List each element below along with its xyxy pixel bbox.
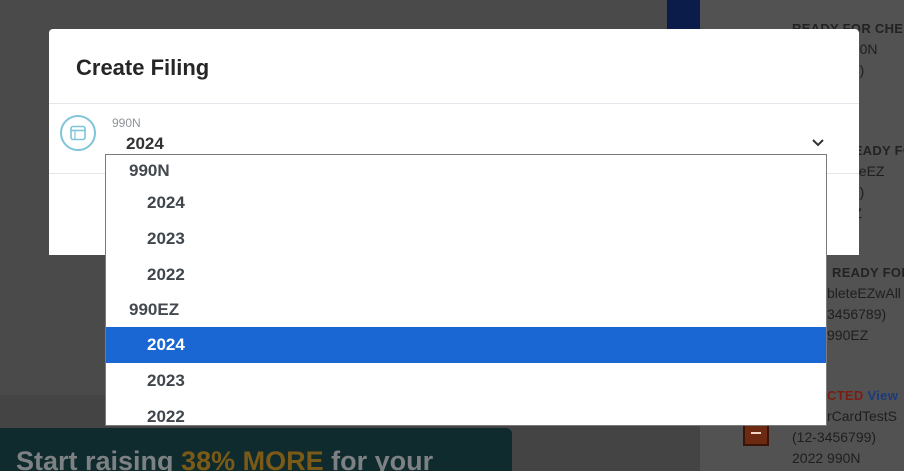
option-990n-2023[interactable]: 2023: [106, 221, 826, 257]
promo-text-suffix: for your: [323, 446, 434, 471]
promo-text-accent: 38% MORE: [181, 446, 324, 471]
chevron-down-icon[interactable]: [810, 137, 826, 149]
filing-line: (12-3456799): [792, 429, 877, 445]
view-link[interactable]: View: [868, 388, 899, 403]
filing-year-dropdown[interactable]: 990N 2024 2023 2022 990EZ 2024 2023 2022: [105, 154, 827, 426]
option-990ez-2023[interactable]: 2023: [106, 363, 826, 399]
promo-banner-text: Start raising 38% MORE for your: [16, 446, 433, 471]
option-group-990n: 990N: [129, 161, 170, 180]
option-990ez-2024[interactable]: 2024: [106, 327, 826, 363]
option-990n-2024[interactable]: 2024: [106, 185, 826, 221]
option-990n-2022[interactable]: 2022: [106, 257, 826, 293]
window-icon: [60, 115, 96, 151]
promo-banner: Start raising 38% MORE for your: [0, 428, 512, 471]
option-group-990ez: 990EZ: [129, 300, 180, 319]
filing-status-text: CTED: [827, 388, 864, 403]
modal-header: Create Filing: [49, 29, 859, 104]
promo-text-prefix: Start raising: [16, 446, 182, 471]
background-nav-strip: [667, 0, 700, 30]
filing-year-select[interactable]: 2024: [126, 134, 164, 154]
filing-line: 2022 990N: [792, 450, 861, 466]
option-990ez-2022[interactable]: 2022: [106, 399, 826, 425]
modal-title: Create Filing: [76, 55, 210, 80]
filing-type-label: 990N: [112, 116, 141, 130]
